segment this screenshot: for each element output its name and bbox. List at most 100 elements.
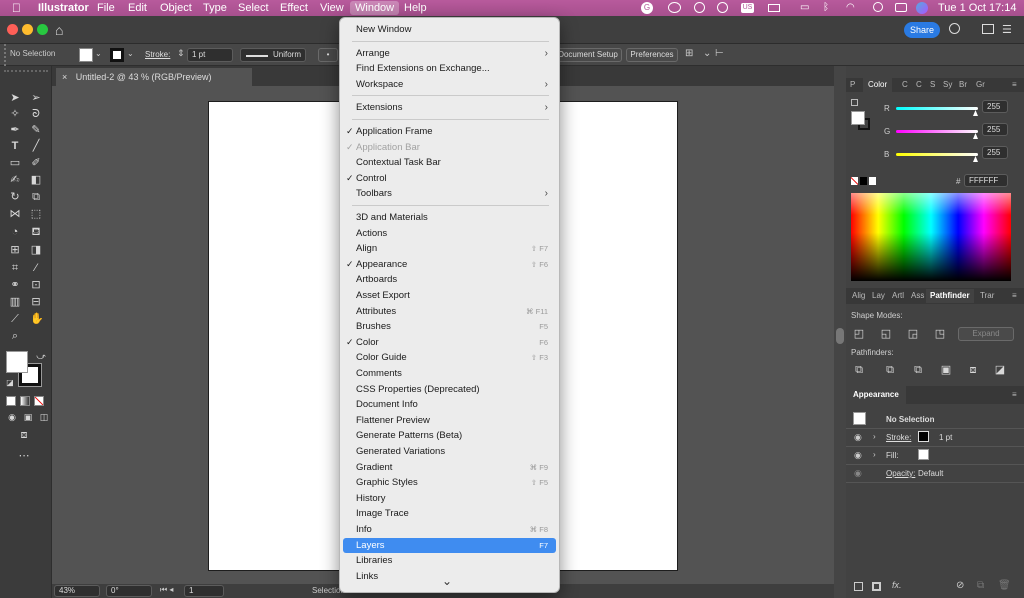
merge-icon[interactable]: ⧉ (912, 364, 924, 376)
outline-icon[interactable]: ⧈ (967, 364, 979, 376)
color-mode-button[interactable] (6, 396, 16, 406)
grammarly-icon[interactable]: G (641, 2, 653, 14)
tab-appearance[interactable]: Appearance (846, 386, 906, 404)
zoom-window-icon[interactable] (37, 24, 48, 35)
control-center-icon[interactable] (895, 3, 907, 12)
rectangle-tool-icon[interactable]: ▭ (9, 157, 21, 169)
menu-item-comments[interactable]: Comments (343, 366, 556, 381)
appearance-opacity-label[interactable]: Opacity: (886, 469, 915, 478)
edit-toolbar-icon[interactable]: ⋯ (18, 450, 30, 462)
menu-item-info[interactable]: Info ⌘ F8 (343, 522, 556, 537)
add-effect-icon[interactable]: fx. (892, 580, 902, 590)
opacity-visibility-eye-icon[interactable]: ◉ (854, 468, 862, 479)
scrollbar-thumb[interactable] (836, 328, 844, 344)
battery-icon[interactable] (768, 4, 780, 12)
wifi-icon[interactable]: ◠ (846, 1, 855, 15)
artboard-number-field[interactable]: 1 (184, 585, 224, 597)
fill-expand-chevron-icon[interactable]: › (873, 450, 876, 459)
rotation-field[interactable]: 0° (106, 585, 152, 597)
appearance-fill-swatch[interactable] (918, 449, 929, 460)
clear-appearance-icon[interactable]: ⊘ (956, 580, 964, 591)
free-transform-tool-icon[interactable]: ⬚ (30, 208, 42, 220)
menu-object[interactable]: Object (160, 1, 192, 15)
minimize-window-icon[interactable] (22, 24, 33, 35)
search-icon[interactable] (873, 2, 883, 12)
scroll-down-chevron-icon[interactable]: ⌄ (442, 574, 452, 588)
zoom-level-field[interactable]: 43% (54, 585, 100, 597)
menu-item-appearance[interactable]: ✓ Appearance ⇧ F6 (343, 257, 556, 272)
menu-help[interactable]: Help (404, 1, 427, 15)
menu-item-attributes[interactable]: Attributes ⌘ F11 (343, 304, 556, 319)
vertical-scrollbar[interactable] (834, 66, 846, 598)
document-tab[interactable]: × Untitled-2 @ 43 % (RGB/Preview) (56, 68, 252, 86)
blue-slider[interactable] (896, 153, 978, 156)
black-swatch[interactable] (860, 177, 867, 185)
menu-item-color[interactable]: ✓ Color F6 (343, 335, 556, 350)
none-swatch[interactable] (851, 177, 858, 185)
duplicate-item-icon[interactable]: ⧉ (977, 580, 984, 591)
menu-item-new-window[interactable]: New Window (343, 22, 556, 37)
selection-tool-icon[interactable]: ➤ (9, 92, 21, 104)
menu-view[interactable]: View (320, 1, 344, 15)
document-setup-button[interactable]: Document Setup (554, 48, 622, 62)
menu-item-toolbars[interactable]: Toolbars › (343, 186, 556, 201)
default-fill-stroke-icon[interactable]: ◪ (4, 377, 16, 389)
crop-icon[interactable]: ▣ (940, 364, 952, 376)
color-spectrum[interactable] (851, 193, 1011, 281)
menu-select[interactable]: Select (238, 1, 269, 15)
width-tool-icon[interactable]: ⋈ (9, 208, 21, 220)
menu-item-history[interactable]: History (343, 491, 556, 506)
control-bar-grip[interactable] (4, 44, 7, 66)
home-icon[interactable]: ⌂ (55, 22, 63, 38)
appearance-menu-icon[interactable]: ≡ (1012, 388, 1017, 402)
menu-item-document-info[interactable]: Document Info (343, 397, 556, 412)
pathfinder-menu-icon[interactable]: ≡ (1012, 289, 1017, 303)
record-icon[interactable] (668, 2, 681, 13)
column-graph-tool-icon[interactable]: ▥ (9, 296, 21, 308)
gradient-tool-icon[interactable]: ◨ (30, 244, 42, 256)
align-left-icon[interactable]: ⊢ (715, 48, 724, 59)
green-value-field[interactable]: 255 (982, 123, 1008, 136)
workspace-switcher-icon[interactable]: ☰ (1002, 23, 1012, 36)
preferences-button[interactable]: Preferences (626, 48, 678, 62)
gradient-mode-button[interactable] (20, 396, 30, 406)
artboard-tool-icon[interactable]: ⊟ (30, 296, 42, 308)
menu-item-extensions[interactable]: Extensions › (343, 100, 556, 115)
menu-edit[interactable]: Edit (128, 1, 147, 15)
screen-mode-icon[interactable]: ⧈ (18, 429, 30, 441)
menu-item-contextual-task-bar[interactable]: Contextual Task Bar (343, 155, 556, 170)
minus-back-icon[interactable]: ◪ (994, 364, 1006, 376)
menu-item-flattener-preview[interactable]: Flattener Preview (343, 413, 556, 428)
draw-behind-icon[interactable]: ▣ (22, 411, 34, 423)
stroke-dropdown-icon[interactable]: ⌄ (127, 49, 134, 58)
perspective-grid-tool-icon[interactable]: ⊞ (9, 244, 21, 256)
eyedropper-tool-icon[interactable]: ⁄ (30, 262, 42, 274)
align-options-icon[interactable]: ⌄ (703, 48, 711, 59)
appearance-stroke-swatch[interactable] (918, 431, 929, 442)
menu-item-actions[interactable]: Actions (343, 226, 556, 241)
menu-item-brushes[interactable]: Brushes F5 (343, 319, 556, 334)
play-icon[interactable] (717, 2, 728, 13)
menu-type[interactable]: Type (203, 1, 227, 15)
shape-builder-tool-icon[interactable]: ◔ (9, 226, 21, 238)
first-artboard-icon[interactable]: ⏮ ◂ (160, 585, 173, 595)
unite-icon[interactable]: ◰ (853, 328, 865, 340)
expand-button[interactable]: Expand (958, 327, 1014, 341)
menu-item-artboards[interactable]: Artboards (343, 272, 556, 287)
hex-value-field[interactable]: FFFFFF (964, 174, 1008, 187)
tab-layers[interactable]: Lay (872, 289, 885, 303)
direct-selection-tool-icon[interactable]: ➢ (30, 92, 42, 104)
stroke-label[interactable]: Stroke: (145, 50, 170, 59)
live-paint-bucket-icon[interactable]: ⛾ (30, 226, 42, 238)
red-slider-thumb[interactable] (973, 110, 978, 116)
menu-item-generate-patterns-beta[interactable]: Generate Patterns (Beta) (343, 428, 556, 443)
mesh-tool-icon[interactable]: ⌗ (9, 262, 21, 274)
tab-transform[interactable]: Trar (980, 289, 994, 303)
clock-icon[interactable] (694, 2, 705, 13)
hand-tool-icon[interactable]: ✋ (30, 313, 44, 325)
stroke-weight-stepper[interactable]: ⇕ (177, 48, 185, 59)
shaper-tool-icon[interactable]: ✍ (9, 174, 21, 186)
red-slider[interactable] (896, 107, 978, 110)
type-tool-icon[interactable]: T (9, 140, 21, 152)
menu-item-application-bar[interactable]: ✓ Application Bar (343, 140, 556, 155)
